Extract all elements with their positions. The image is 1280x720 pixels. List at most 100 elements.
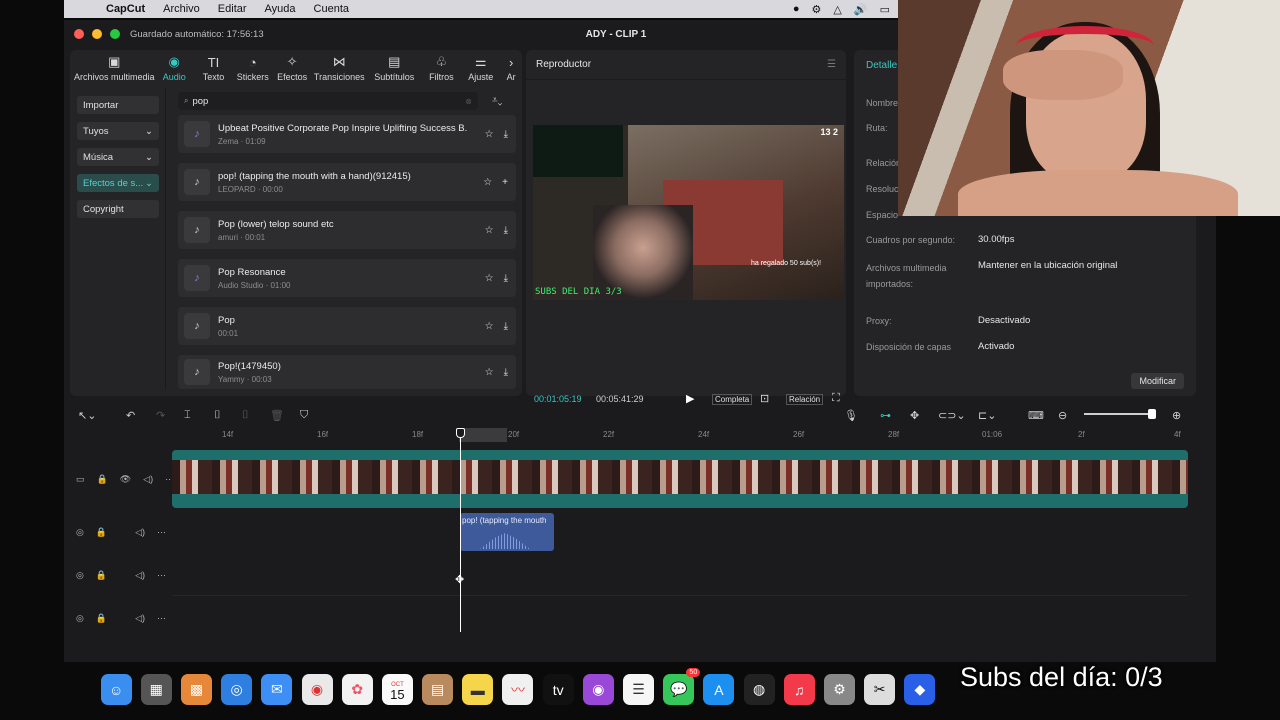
lock-icon[interactable]: 🔒 [96, 570, 107, 581]
more-icon[interactable]: ⋯ [157, 613, 166, 624]
list-item[interactable]: ♪ pop! (tapping the mouth with a hand)(9… [178, 163, 516, 201]
tab-details[interactable]: Detalle [866, 60, 897, 71]
download-icon[interactable]: ⤓ [504, 367, 508, 378]
podcasts-icon[interactable]: ◉ [582, 674, 614, 705]
delete-icon[interactable]: 🗑 [270, 409, 284, 422]
tool-media[interactable]: ▣ Archivos multimedia [74, 54, 155, 86]
volume-icon[interactable]: ◁) [143, 474, 153, 485]
split-left-icon[interactable]: ⌷ [214, 409, 221, 422]
lock-icon[interactable]: 🔒 [97, 474, 108, 485]
menu-cuenta[interactable]: Cuenta [314, 3, 349, 15]
download-icon[interactable]: ⤓ [504, 273, 508, 284]
shield-icon[interactable]: ⛉ [300, 409, 308, 422]
split-right-icon[interactable]: ⌷ [242, 409, 249, 422]
capcut-icon[interactable]: ✂ [864, 674, 896, 705]
list-item[interactable]: ♪ Upbeat Positive Corporate Pop Inspire … [178, 115, 516, 153]
notes-icon[interactable]: ▬ [462, 674, 494, 705]
star-icon[interactable]: ☆ [485, 225, 494, 236]
lock-icon[interactable]: 🔒 [96, 613, 107, 624]
zoom-slider[interactable] [1084, 413, 1154, 415]
download-icon[interactable]: ⤓ [504, 129, 508, 140]
warning-icon[interactable]: △ [833, 3, 841, 16]
menu-app-name[interactable]: CapCut [106, 3, 145, 15]
safari-icon[interactable]: ◎ [221, 674, 253, 705]
finder-icon[interactable]: ☺ [100, 674, 132, 705]
category-musica[interactable]: Música ⌄ [77, 148, 159, 166]
app-blue-icon[interactable]: ◆ [904, 674, 936, 705]
tool-effects[interactable]: ✧ Efectos [272, 54, 311, 86]
category-tuyos[interactable]: Tuyos ⌄ [77, 122, 159, 140]
microphone-icon[interactable]: 🎙 [844, 409, 858, 422]
playhead[interactable] [460, 428, 461, 632]
freeform-icon[interactable]: 〰 [502, 674, 534, 705]
modify-button[interactable]: Modificar [1131, 373, 1184, 389]
mail-icon[interactable]: ✉ [261, 674, 293, 705]
timeline-ruler[interactable]: 14f 16f 18f 20f 22f 24f 26f 28f 01:06 2f… [172, 428, 1188, 442]
tool-audio[interactable]: ◉ Audio [155, 54, 194, 86]
menu-ayuda[interactable]: Ayuda [265, 3, 296, 15]
more-icon[interactable]: ⋯ [157, 527, 166, 538]
tool-adjust[interactable]: ⚌ Ajuste [461, 54, 500, 86]
star-icon[interactable]: ☆ [485, 273, 494, 284]
contacts-icon[interactable]: ▤ [422, 674, 454, 705]
filter-icon[interactable]: ⩡⌄ [492, 95, 502, 106]
volume-icon[interactable]: ◁) [135, 527, 145, 538]
snap-icon[interactable]: ✥ [910, 409, 919, 422]
photos-grid-icon[interactable]: ▩ [180, 674, 212, 705]
category-copyright[interactable]: Copyright [77, 200, 159, 218]
caption-icon[interactable]: ⌨ [1028, 409, 1044, 422]
volume-icon[interactable]: ◁) [135, 570, 145, 581]
eye-icon[interactable]: 👁 [120, 474, 131, 485]
messages-icon[interactable]: 💬 50 [663, 668, 701, 705]
calendar-icon[interactable]: OCT 15 [381, 674, 413, 705]
link-icon[interactable]: ⊂⊃⌄ [938, 409, 966, 422]
gear-icon[interactable]: ⚙ [812, 3, 822, 16]
star-icon[interactable]: ☆ [485, 367, 494, 378]
split-icon[interactable]: ⌶ [184, 409, 191, 422]
tool-transitions[interactable]: ⋈ Transiciones [312, 54, 367, 86]
tool-subtitles[interactable]: ▤ Subtítulos [367, 54, 422, 86]
display-icon[interactable]: ▭ [880, 3, 890, 16]
add-icon[interactable]: + [502, 177, 508, 188]
menu-icon[interactable]: ☰ [827, 59, 836, 70]
zoom-in-icon[interactable]: ⊕ [1172, 409, 1181, 422]
list-item[interactable]: ♪ Pop!(1479450) Yammy · 00:03 ☆ ⤓ [178, 355, 516, 389]
category-importar[interactable]: Importar [77, 96, 159, 114]
list-item[interactable]: ♪ Pop Resonance Audio Studio · 01:00 ☆ ⤓ [178, 259, 516, 297]
tool-more[interactable]: › Ar [500, 55, 522, 86]
star-icon[interactable]: ☆ [483, 177, 492, 188]
audio-clip[interactable]: pop! (tapping the mouth [460, 513, 554, 551]
appletv-icon[interactable]: tv [542, 674, 574, 705]
list-item[interactable]: ♪ Pop (lower) telop sound etc amuri · 00:… [178, 211, 516, 249]
tool-filters[interactable]: ♧ Filtros [422, 54, 461, 86]
appstore-icon[interactable]: A [703, 674, 735, 705]
video-preview[interactable]: 13 2 ha regalado 50 sub(s)! SUBS DEL DIA… [533, 125, 844, 300]
record-icon[interactable]: ● [793, 3, 800, 16]
cover-icon[interactable]: ▭ [76, 474, 85, 485]
playhead-handle[interactable] [456, 428, 465, 438]
photos-icon[interactable]: ✿ [341, 674, 373, 705]
search-input[interactable]: ⌕ pop ⊗ [178, 92, 478, 110]
magnet-icon[interactable]: ⊶ [880, 409, 891, 422]
launchpad-icon[interactable]: ▦ [140, 674, 172, 705]
category-sound-effects[interactable]: Efectos de s... ⌄ [77, 174, 159, 192]
obs-icon[interactable]: ◍ [743, 674, 775, 705]
zoom-out-icon[interactable]: ⊖ [1058, 409, 1067, 422]
preview-axis-icon[interactable]: ⊏⌄ [978, 409, 996, 422]
more-icon[interactable]: ⋯ [157, 570, 166, 581]
star-icon[interactable]: ☆ [485, 129, 494, 140]
clear-search-icon[interactable]: ⊗ [465, 97, 472, 106]
undo-icon[interactable]: ↶ [126, 409, 135, 422]
menu-archivo[interactable]: Archivo [163, 3, 200, 15]
reminders-icon[interactable]: ☰ [623, 674, 655, 705]
chrome-icon[interactable]: ◉ [301, 674, 333, 705]
list-item[interactable]: ♪ Pop 00:01 ☆ ⤓ [178, 307, 516, 345]
video-clip[interactable] [172, 450, 1188, 508]
download-icon[interactable]: ⤓ [504, 225, 508, 236]
tool-text[interactable]: TI Texto [194, 55, 233, 86]
music-icon[interactable]: ♫ [783, 674, 815, 705]
download-icon[interactable]: ⤓ [504, 321, 508, 332]
tool-stickers[interactable]: ◔ Stickers [233, 55, 272, 86]
volume-icon[interactable]: ◁) [135, 613, 145, 624]
settings-icon[interactable]: ⚙ [823, 674, 855, 705]
